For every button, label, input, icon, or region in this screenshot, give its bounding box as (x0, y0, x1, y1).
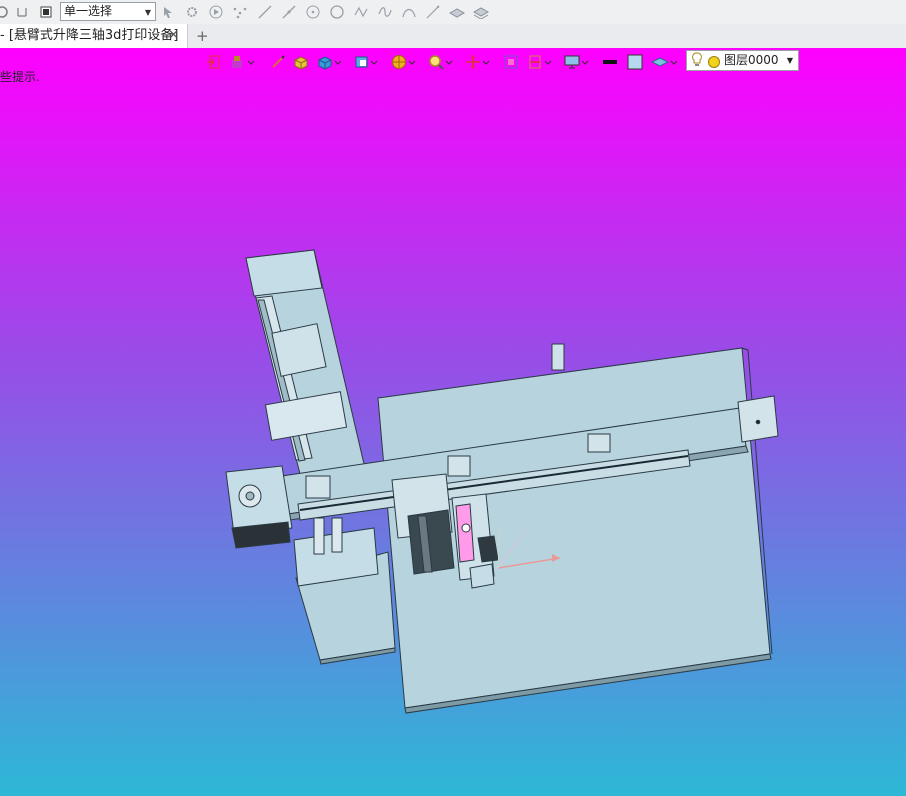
extruder-hole (461, 523, 471, 533)
cad-model-3d-printer[interactable] (0, 48, 906, 796)
gantry-end-block (737, 395, 779, 443)
arc-icon[interactable] (401, 4, 417, 20)
tab-document-label: - [悬臂式升降三轴3d打印设备] (0, 28, 179, 43)
rail-clamp-mid (447, 455, 471, 477)
z-carriage (271, 323, 327, 377)
gantry-end-hole (755, 419, 761, 425)
curve-icon[interactable] (377, 4, 393, 20)
rail-clamp-left (305, 475, 331, 499)
add-tab-button[interactable]: + (196, 24, 209, 48)
support-pillar-2 (331, 517, 343, 553)
rotate-icon[interactable] (0, 4, 10, 20)
3d-viewport[interactable]: 些提示. 图层0000 ▼ (0, 48, 906, 796)
document-tab-bar: - [悬臂式升降三轴3d打印设备] ✕ + (0, 24, 906, 49)
top-post (551, 343, 565, 371)
z-motor-top (245, 249, 323, 297)
stop-icon[interactable] (38, 4, 54, 20)
close-icon[interactable]: ✕ (168, 24, 179, 48)
tab-document[interactable]: - [悬臂式升降三轴3d打印设备] ✕ (0, 24, 188, 48)
circle-icon[interactable] (329, 4, 345, 20)
surface-stack-icon[interactable] (473, 4, 489, 20)
gear-select-icon[interactable] (184, 4, 200, 20)
x-motor-shaft (245, 491, 255, 501)
segment-icon[interactable] (281, 4, 297, 20)
point-cloud-icon[interactable] (232, 4, 248, 20)
play-icon[interactable] (208, 4, 224, 20)
fan-icon (477, 535, 499, 563)
top-toolbar: 单一选择 ▼ (0, 0, 906, 25)
diagonal-line-icon[interactable] (425, 4, 441, 20)
support-pillar-1 (313, 517, 325, 555)
pointer-icon[interactable] (160, 4, 176, 20)
circle-center-icon[interactable] (305, 4, 321, 20)
rail-clamp-right (587, 433, 611, 453)
surface-icon[interactable] (449, 4, 465, 20)
chevron-down-icon: ▼ (144, 8, 151, 17)
nozzle-block (469, 563, 495, 589)
undo-icon[interactable] (14, 4, 30, 20)
spline-icon[interactable] (353, 4, 369, 20)
selection-mode-value: 单一选择 (64, 4, 113, 18)
line-icon[interactable] (257, 4, 273, 20)
selection-mode-select[interactable]: 单一选择 ▼ (60, 2, 156, 21)
